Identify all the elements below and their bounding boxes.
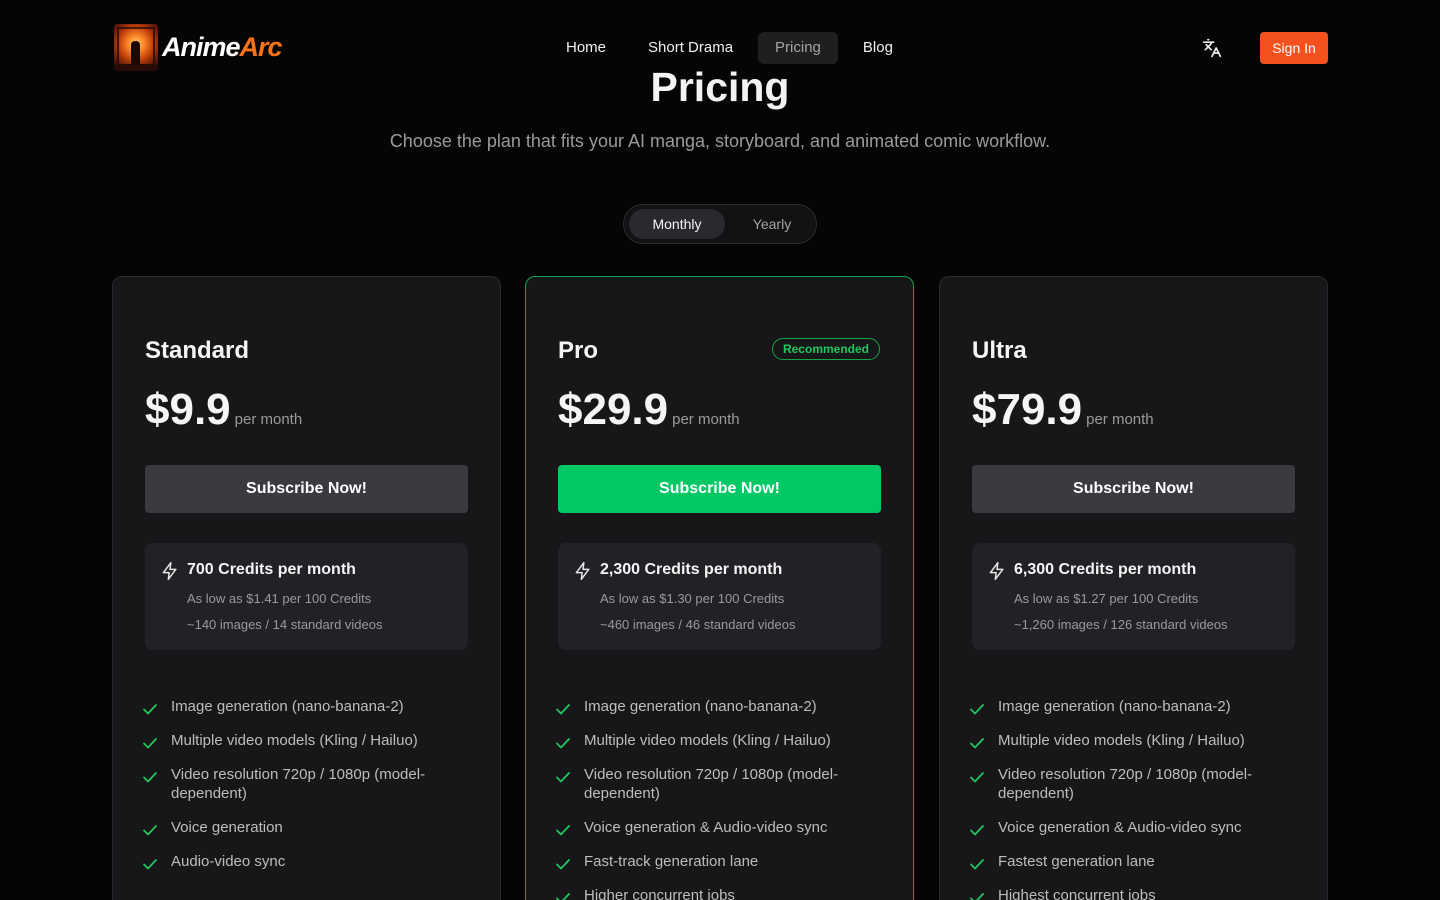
feature-list: Image generation (nano-banana-2) Multipl… [141,697,471,886]
check-icon [143,772,157,783]
price-period: per month [234,411,303,428]
plan-price: $9.9 per month [145,385,302,435]
plan-card-pro: Pro Recommended $29.9 per month Subscrib… [525,276,914,900]
page-title: Pricing [650,64,790,110]
check-icon [970,704,984,715]
check-icon [556,893,570,900]
recommended-badge: Recommended [771,338,880,360]
feature-item: Highest concurrent jobs [968,886,1298,900]
page-subtitle: Choose the plan that fits your AI manga,… [389,131,1051,151]
price-amount: $79.9 [972,385,1083,434]
check-icon [556,704,570,715]
feature-item: Fastest generation lane [968,852,1298,871]
credits-estimate: ~140 images / 14 standard videos [187,617,383,632]
pricing-page: AnimeArc Home Short Drama Pricing Blog S… [0,0,1440,900]
feature-item: Fast-track generation lane [554,852,884,871]
check-icon [143,859,157,870]
check-icon [970,893,984,900]
check-icon [556,825,570,836]
check-icon [556,859,570,870]
feature-item: Voice generation & Audio-video sync [554,818,884,837]
plan-name: Pro [558,337,599,364]
toggle-yearly[interactable]: Yearly [729,209,815,239]
lightning-icon [162,561,177,581]
credits-rate: As low as $1.30 per 100 Credits [600,591,785,606]
check-icon [556,738,570,749]
check-icon [970,772,984,783]
sign-in-button[interactable]: Sign In [1260,32,1328,64]
credits-estimate: ~460 images / 46 standard videos [600,617,796,632]
lightning-icon [575,561,590,581]
toggle-monthly[interactable]: Monthly [629,209,725,239]
feature-item: Video resolution 720p / 1080p (model-dep… [968,765,1298,803]
feature-list: Image generation (nano-banana-2) Multipl… [968,697,1298,900]
subscribe-button[interactable]: Subscribe Now! [145,465,468,513]
nav-home[interactable]: Home [549,32,623,64]
credits-title: 2,300 Credits per month [600,561,783,578]
nav-blog[interactable]: Blog [846,32,910,64]
feature-item: Image generation (nano-banana-2) [141,697,471,716]
feature-item: Voice generation [141,818,471,837]
price-period: per month [672,411,740,428]
subscribe-button[interactable]: Subscribe Now! [972,465,1295,513]
plan-name: Standard [145,337,250,364]
credits-rate: As low as $1.27 per 100 Credits [1014,591,1199,606]
logo-text: AnimeArc [162,31,283,62]
feature-list: Image generation (nano-banana-2) Multipl… [554,697,884,900]
credits-title: 6,300 Credits per month [1014,561,1197,578]
plan-price: $29.9 per month [558,385,740,435]
feature-item: Audio-video sync [141,852,471,871]
credits-box: 2,300 Credits per month As low as $1.30 … [558,543,881,650]
check-icon [143,704,157,715]
plan-price: $79.9 per month [972,385,1154,435]
check-icon [143,825,157,836]
lightning-icon [989,561,1004,581]
main-nav: Home Short Drama Pricing Blog [549,32,910,64]
feature-item: Multiple video models (Kling / Hailuo) [141,731,471,750]
credits-rate: As low as $1.41 per 100 Credits [187,591,372,606]
feature-item: Image generation (nano-banana-2) [554,697,884,716]
feature-item: Multiple video models (Kling / Hailuo) [554,731,884,750]
feature-item: Multiple video models (Kling / Hailuo) [968,731,1298,750]
nav-short-drama[interactable]: Short Drama [631,32,750,64]
feature-item: Video resolution 720p / 1080p (model-dep… [554,765,884,803]
translate-icon[interactable] [1202,38,1222,58]
feature-item: Voice generation & Audio-video sync [968,818,1298,837]
price-amount: $9.9 [145,385,231,434]
credits-box: 6,300 Credits per month As low as $1.27 … [972,543,1295,650]
feature-item: Higher concurrent jobs [554,886,884,900]
subscribe-button[interactable]: Subscribe Now! [558,465,881,513]
credits-estimate: ~1,260 images / 126 standard videos [1014,617,1228,632]
feature-item: Image generation (nano-banana-2) [968,697,1298,716]
check-icon [556,772,570,783]
price-amount: $29.9 [558,385,669,434]
plan-card-standard: Standard $9.9 per month Subscribe Now! 7… [112,276,501,900]
credits-title: 700 Credits per month [187,561,356,578]
price-period: per month [1086,411,1154,428]
feature-item: Video resolution 720p / 1080p (model-dep… [141,765,471,803]
check-icon [970,859,984,870]
credits-box: 700 Credits per month As low as $1.41 pe… [145,543,468,650]
billing-toggle: Monthly Yearly [623,204,817,244]
check-icon [970,825,984,836]
plan-card-ultra: Ultra $79.9 per month Subscribe Now! 6,3… [939,276,1328,900]
nav-pricing[interactable]: Pricing [758,32,838,64]
check-icon [143,738,157,749]
plan-name: Ultra [972,337,1027,364]
check-icon [970,738,984,749]
